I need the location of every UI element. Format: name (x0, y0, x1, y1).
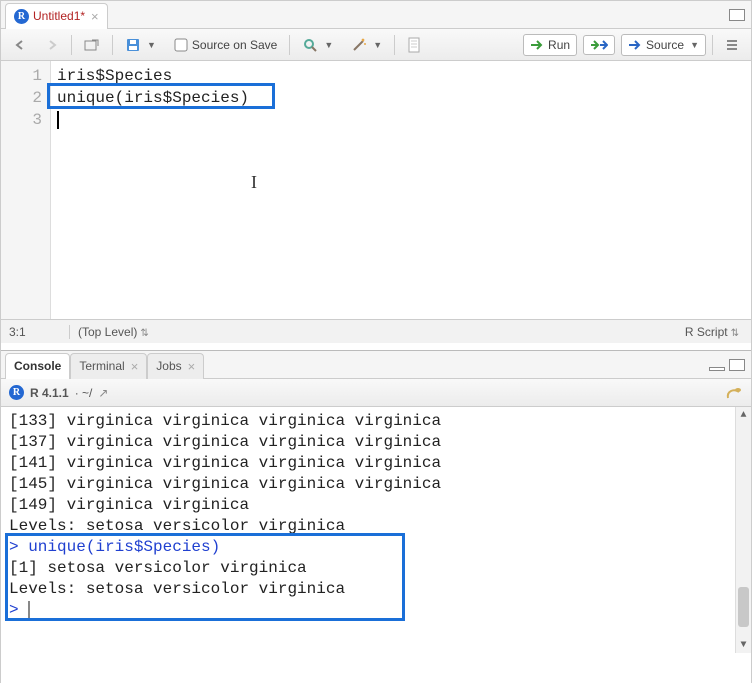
console-output[interactable]: [133] virginica virginica virginica virg… (1, 407, 751, 653)
popout-icon (84, 38, 100, 52)
separator (71, 35, 72, 55)
console-line: [145] virginica virginica virginica virg… (9, 474, 743, 495)
line-gutter: 123 (1, 61, 51, 319)
outline-icon (725, 38, 739, 52)
text-cursor (57, 111, 59, 129)
source-tab[interactable]: R Untitled1* × (5, 3, 108, 29)
terminal-tab[interactable]: Terminal × (70, 353, 147, 379)
clear-console-icon[interactable] (725, 385, 743, 401)
updown-icon: ⇅ (137, 328, 148, 339)
save-icon (125, 37, 141, 53)
scroll-up-icon[interactable]: ▲ (736, 407, 751, 423)
run-arrow-icon (530, 39, 544, 51)
console-pane: Console Terminal × Jobs × R R 4.1.1 · ~/… (1, 351, 751, 683)
vertical-scrollbar[interactable]: ▲ ▼ (735, 407, 751, 653)
maximize-icon[interactable] (729, 359, 745, 371)
language-selector[interactable]: R Script⇅ (685, 325, 743, 339)
r-version-label: R 4.1.1 (30, 386, 69, 400)
source-tab-label: Untitled1* (33, 9, 85, 23)
console-tab-label: Console (14, 359, 61, 373)
outline-button[interactable] (719, 35, 745, 55)
updown-icon: ⇅ (728, 328, 739, 339)
console-line: [141] virginica virginica virginica virg… (9, 453, 743, 474)
source-tab-bar: R Untitled1* × (1, 1, 751, 29)
code-editor[interactable]: 123 iris$Species unique(iris$Species) I (1, 61, 751, 319)
magic-wand-icon (351, 37, 367, 53)
separator (394, 35, 395, 55)
arrow-left-icon (13, 38, 27, 52)
run-button[interactable]: Run (523, 34, 577, 56)
source-status-bar: 3:1 (Top Level)⇅ R Script⇅ (1, 319, 751, 343)
code-area[interactable]: iris$Species unique(iris$Species) I (51, 61, 751, 319)
scope-selector[interactable]: (Top Level)⇅ (69, 325, 685, 339)
source-toolbar: ▼ Source on Save ▼ ▼ (1, 29, 751, 61)
console-line: [149] virginica virginica (9, 495, 743, 516)
rerun-icon (590, 39, 608, 51)
chevron-down-icon: ▼ (322, 40, 333, 50)
separator (289, 35, 290, 55)
chevron-down-icon: ▼ (145, 40, 156, 50)
source-label: Source (646, 38, 684, 52)
maximize-icon[interactable] (729, 9, 745, 21)
console-info-bar: R R 4.1.1 · ~/ ↗ (1, 379, 751, 407)
arrow-right-icon (45, 38, 59, 52)
notebook-icon (407, 37, 421, 53)
close-icon[interactable]: × (89, 9, 99, 24)
forward-nav-button[interactable] (39, 35, 65, 55)
source-arrow-icon (628, 39, 642, 51)
show-in-new-window-button[interactable] (78, 35, 106, 55)
separator (712, 35, 713, 55)
highlight-annotation (5, 533, 405, 621)
search-icon (302, 37, 318, 53)
scroll-thumb[interactable] (738, 587, 749, 627)
source-pane-window-controls (729, 9, 751, 21)
close-icon[interactable]: × (129, 359, 139, 374)
console-line: [137] virginica virginica virginica virg… (9, 432, 743, 453)
scroll-down-icon[interactable]: ▼ (736, 637, 751, 653)
code-line (57, 109, 745, 131)
chevron-down-icon: ▼ (371, 40, 382, 50)
console-line: [133] virginica virginica virginica virg… (9, 411, 743, 432)
compile-report-button[interactable] (401, 34, 427, 56)
source-on-save-label: Source on Save (192, 38, 277, 52)
cursor-position[interactable]: 3:1 (9, 325, 69, 339)
source-button[interactable]: Source ▼ (621, 34, 706, 56)
close-icon[interactable]: × (186, 359, 196, 374)
highlight-annotation (47, 83, 275, 109)
run-label: Run (548, 38, 570, 52)
r-logo-icon: R (14, 9, 29, 24)
code-tools-button[interactable]: ▼ (345, 34, 388, 56)
rerun-button[interactable] (583, 35, 615, 55)
console-tab-bar: Console Terminal × Jobs × (1, 351, 751, 379)
working-dir-label: · ~/ (75, 386, 93, 400)
separator (112, 35, 113, 55)
ibeam-cursor-icon: I (251, 171, 257, 193)
console-pane-window-controls (709, 359, 751, 371)
back-nav-button[interactable] (7, 35, 33, 55)
jobs-tab-label: Jobs (156, 359, 181, 373)
find-button[interactable]: ▼ (296, 34, 339, 56)
source-on-save-checkbox[interactable]: Source on Save (168, 35, 283, 55)
chevron-down-icon: ▼ (688, 40, 699, 50)
terminal-tab-label: Terminal (79, 359, 124, 373)
jobs-tab[interactable]: Jobs × (147, 353, 204, 379)
popout-icon[interactable]: ↗ (98, 386, 108, 400)
minimize-icon[interactable] (709, 367, 725, 371)
source-pane: R Untitled1* × ▼ (1, 1, 751, 351)
checkbox-icon (174, 38, 188, 52)
console-tab[interactable]: Console (5, 353, 70, 379)
save-button[interactable]: ▼ (119, 34, 162, 56)
r-logo-icon: R (9, 385, 24, 400)
